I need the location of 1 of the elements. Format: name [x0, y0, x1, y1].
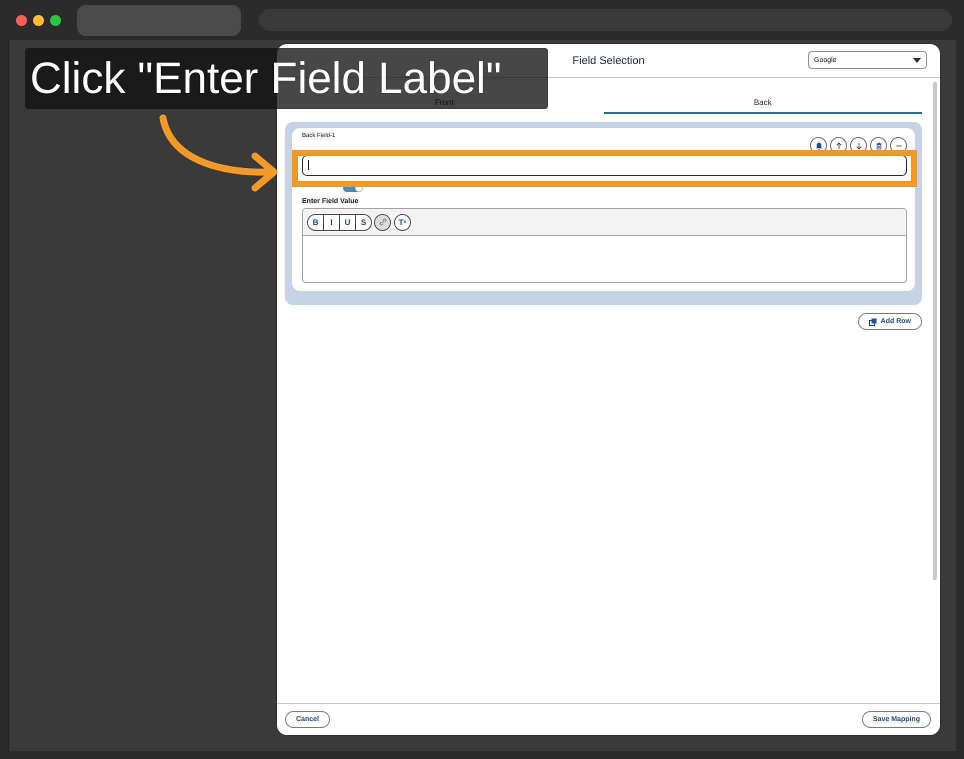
dialog-title: Field Selection	[572, 54, 645, 66]
